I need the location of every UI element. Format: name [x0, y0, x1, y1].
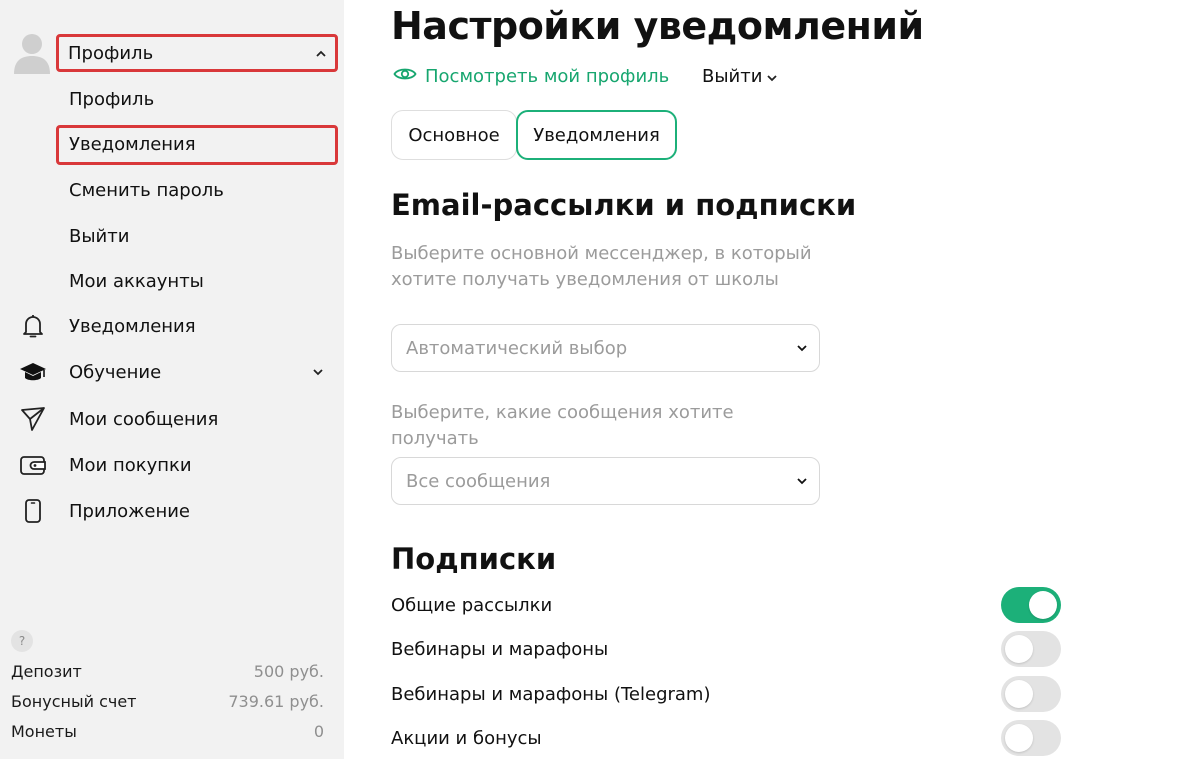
section-title-email: Email-рассылки и подписки: [391, 188, 857, 222]
sidebar-subitem-change-password[interactable]: Сменить пароль: [69, 180, 224, 201]
messages-select[interactable]: Все сообщения: [391, 457, 820, 505]
balance-coins: Монеты 0: [11, 722, 324, 741]
avatar[interactable]: [12, 30, 52, 74]
section-title-subscriptions: Подписки: [391, 542, 557, 576]
sidebar-item-purchases[interactable]: Мои покупки: [0, 447, 344, 483]
send-icon: [19, 405, 47, 433]
view-profile-link[interactable]: Посмотреть мой профиль: [393, 66, 669, 87]
graduation-cap-icon: [19, 358, 47, 386]
sidebar-item-messages[interactable]: Мои сообщения: [0, 401, 344, 437]
sidebar-profile-label: Профиль: [68, 42, 154, 64]
subscription-row: Общие рассылки: [391, 585, 1061, 625]
tab-basic[interactable]: Основное: [391, 110, 517, 160]
sidebar-item-label: Уведомления: [69, 315, 196, 337]
wallet-icon: [19, 451, 47, 479]
toggle-knob: [1005, 724, 1033, 752]
subscription-label: Акции и бонусы: [391, 727, 542, 749]
balance-value: 739.61 руб.: [228, 692, 324, 711]
view-profile-label: Посмотреть мой профиль: [425, 66, 670, 87]
balance-value: 500 руб.: [253, 662, 324, 681]
logout-dropdown[interactable]: Выйти: [702, 66, 778, 87]
subscription-row: Вебинары и марафоны: [391, 629, 1061, 669]
sidebar-subitem-notifications[interactable]: Уведомления: [69, 134, 196, 155]
subscription-row: Акции и бонусы: [391, 718, 1061, 758]
sidebar-item-label: Мои покупки: [69, 454, 192, 476]
messenger-hint: Выберите основной мессенджер, в который …: [391, 243, 812, 290]
sidebar: Профиль Профиль Уведомления Сменить паро…: [0, 0, 344, 759]
sidebar-item-label: Обучение: [69, 361, 162, 383]
subscription-toggle[interactable]: [1001, 676, 1061, 712]
help-icon[interactable]: ?: [11, 630, 33, 652]
messages-select-value: Все сообщения: [406, 470, 551, 492]
chevron-down-icon: [767, 66, 778, 87]
subscription-toggle[interactable]: [1001, 631, 1061, 667]
toggle-knob: [1029, 591, 1057, 619]
subscription-label: Вебинары и марафоны: [391, 638, 609, 660]
balance-label: Бонусный счет: [11, 692, 137, 711]
page-title: Настройки уведомлений: [391, 4, 924, 48]
subscription-label: Вебинары и марафоны (Telegram): [391, 683, 711, 705]
subscription-row: Вебинары и марафоны (Telegram): [391, 674, 1061, 714]
subscription-toggle[interactable]: [1001, 720, 1061, 756]
sidebar-profile-toggle[interactable]: Профиль: [56, 34, 338, 72]
sidebar-subitem-profile[interactable]: Профиль: [69, 89, 154, 110]
subscription-toggle[interactable]: [1001, 587, 1061, 623]
eye-icon: [393, 66, 417, 87]
sidebar-subitem-my-accounts[interactable]: Мои аккаунты: [69, 271, 204, 292]
toggle-knob: [1005, 680, 1033, 708]
balance-label: Депозит: [11, 662, 82, 681]
chevron-down-icon: [313, 365, 323, 379]
sidebar-item-notifications[interactable]: Уведомления: [0, 308, 344, 344]
balance-label: Монеты: [11, 722, 77, 741]
chevron-down-icon: [797, 474, 807, 488]
logout-label: Выйти: [702, 66, 763, 87]
phone-icon: [19, 497, 47, 525]
balance-deposit: Депозит 500 руб.: [11, 662, 324, 681]
chevron-down-icon: [797, 341, 807, 355]
subscription-label: Общие рассылки: [391, 594, 553, 616]
sidebar-item-app[interactable]: Приложение: [0, 493, 344, 529]
bell-icon: [19, 312, 47, 340]
sidebar-item-learning[interactable]: Обучение: [0, 354, 344, 390]
messenger-select-value: Автоматический выбор: [406, 337, 628, 359]
toggle-knob: [1005, 635, 1033, 663]
tab-notifications[interactable]: Уведомления: [516, 110, 677, 160]
messages-hint: Выберите, какие сообщения хотите получат…: [391, 402, 734, 449]
chevron-up-icon: [316, 46, 326, 60]
messenger-select[interactable]: Автоматический выбор: [391, 324, 820, 372]
sidebar-item-label: Приложение: [69, 500, 191, 522]
balance-bonus: Бонусный счет 739.61 руб.: [11, 692, 324, 711]
balance-value: 0: [313, 722, 324, 741]
sidebar-item-label: Мои сообщения: [69, 408, 219, 430]
sidebar-subitem-logout[interactable]: Выйти: [69, 226, 129, 247]
